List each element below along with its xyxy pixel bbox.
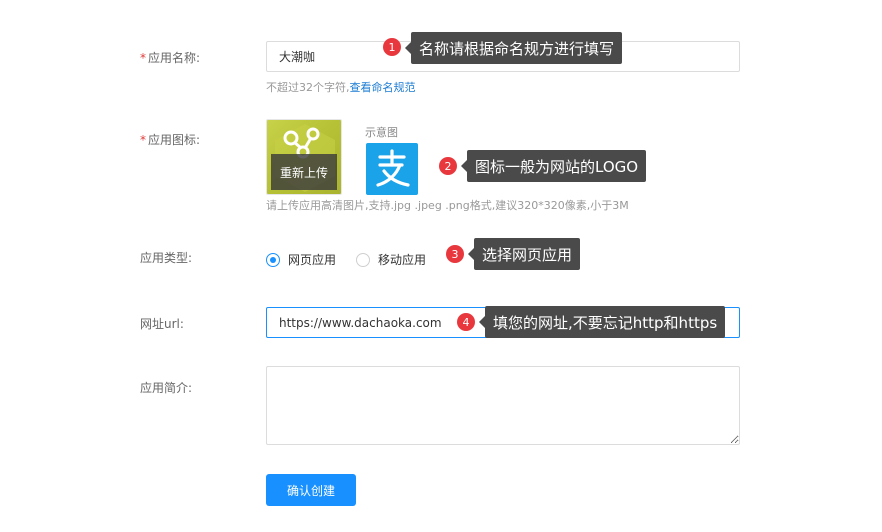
annotation-badge-3: 3 bbox=[446, 245, 464, 263]
annotation-tip-2: 图标一般为网站的LOGO bbox=[460, 150, 647, 182]
reupload-button[interactable]: 重新上传 bbox=[271, 154, 337, 190]
url-label: 网址url: bbox=[140, 317, 184, 331]
radio-web-app[interactable]: 网页应用 bbox=[266, 251, 336, 268]
annotation-tip-1: 名称请根据命名规方进行填写 bbox=[404, 32, 623, 64]
radio-unchecked-icon bbox=[356, 252, 370, 267]
intro-textarea[interactable] bbox=[266, 366, 740, 445]
app-icon-label: * 应用图标: bbox=[140, 133, 201, 147]
app-type-label: 应用类型: bbox=[140, 251, 193, 265]
annotation-badge-2: 2 bbox=[439, 157, 457, 175]
radio-mobile-app[interactable]: 移动应用 bbox=[356, 251, 426, 268]
naming-rules-link[interactable]: 查看命名规范 bbox=[350, 81, 416, 94]
intro-label: 应用简介: bbox=[140, 381, 193, 395]
alipay-icon bbox=[376, 149, 410, 187]
annotation-badge-4: 4 bbox=[457, 313, 475, 331]
sample-label: 示意图 bbox=[365, 126, 398, 139]
alipay-sample-icon bbox=[366, 143, 418, 195]
app-name-help: 不超过32个字符,查看命名规范 bbox=[266, 81, 416, 94]
app-name-label: * 应用名称: bbox=[140, 51, 201, 65]
uploaded-icon-thumbnail: 重新上传 bbox=[266, 119, 342, 195]
annotation-badge-1: 1 bbox=[383, 38, 401, 56]
annotation-tip-3: 选择网页应用 bbox=[467, 238, 581, 270]
app-icon-help: 请上传应用高清图片,支持.jpg .jpeg .png格式,建议320*320像… bbox=[266, 199, 629, 212]
confirm-create-button[interactable]: 确认创建 bbox=[266, 474, 356, 506]
annotation-tip-4: 填您的网址,不要忘记http和https bbox=[478, 306, 726, 338]
radio-checked-icon bbox=[266, 252, 280, 267]
